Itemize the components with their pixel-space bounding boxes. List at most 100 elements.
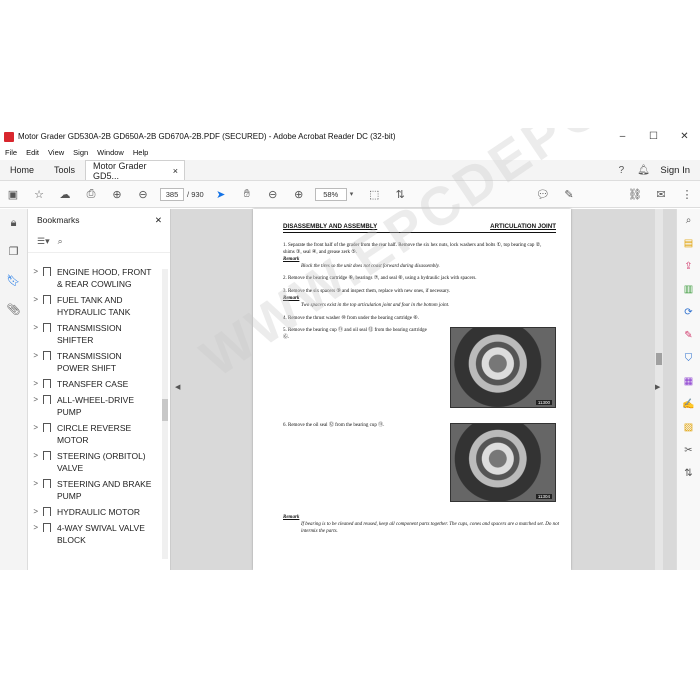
chevron-right-icon[interactable]: > (28, 478, 43, 490)
document-scroll-thumb[interactable] (656, 353, 662, 365)
request-signature-icon[interactable]: ✍ (677, 393, 700, 416)
maximize-button[interactable]: ☐ (638, 131, 669, 142)
bookmark-item[interactable]: > CIRCLE REVERSE MOTOR (28, 422, 160, 446)
acrobat-window: Motor Grader GD530A-2B GD650A-2B GD670A-… (0, 128, 700, 570)
find-bookmark-icon[interactable]: ⌕ (58, 236, 63, 247)
bookmark-item[interactable]: > TRANSMISSION SHIFTER (28, 322, 160, 346)
expand-tools-icon[interactable]: ⇅ (677, 462, 700, 485)
chevron-right-icon[interactable]: > (28, 422, 43, 434)
protect-icon[interactable]: ⛉ (677, 347, 700, 370)
chevron-right-icon[interactable]: > (28, 266, 43, 278)
remark-2: Two spacers exist in the top articulatio… (301, 303, 450, 308)
bookmark-item[interactable]: > TRANSMISSION POWER SHIFT (28, 350, 160, 374)
close-window-button[interactable]: ✕ (669, 131, 700, 142)
pen-icon[interactable]: ✎ (556, 188, 582, 201)
bookmarks-scrollbar[interactable] (162, 269, 168, 559)
chevron-right-icon[interactable]: > (28, 294, 43, 306)
page-fit-icon[interactable]: ⬚ (361, 188, 387, 201)
photo-caption: 11304 (535, 494, 552, 499)
zoom-in-icon[interactable]: ⊕ (286, 188, 312, 201)
save-icon[interactable]: ▣ (0, 188, 26, 201)
bookmark-icon[interactable]: 🔖︎ (0, 267, 27, 296)
tab-tools[interactable]: Tools (44, 160, 85, 180)
create-pdf-icon[interactable]: ▦ (677, 370, 700, 393)
menu-window[interactable]: Window (97, 148, 124, 157)
options-menu-icon[interactable]: ☰▾ (37, 236, 50, 247)
pdf-page: DISASSEMBLY AND ASSEMBLY ARTICULATION JO… (253, 209, 571, 570)
bookmark-item[interactable]: > TRANSFER CASE (28, 378, 160, 390)
page-total: 930 (191, 189, 204, 199)
comment-icon[interactable]: 💬︎ (530, 188, 556, 201)
cloud-upload-icon[interactable]: ☁ (52, 188, 78, 201)
page-header: DISASSEMBLY AND ASSEMBLY ARTICULATION JO… (283, 223, 556, 230)
page-down-icon[interactable]: ⊖ (130, 188, 156, 201)
zoom-dropdown-icon[interactable]: ▾ (350, 190, 354, 198)
minimize-button[interactable]: – (607, 131, 638, 142)
bookmark-item[interactable]: >4-WAY SWIVAL VALVE BLOCK (28, 522, 160, 546)
pages-icon[interactable]: ❐ (0, 238, 27, 267)
bookmark-item[interactable]: > STEERING AND BRAKE PUMP (28, 478, 160, 502)
bookmark-label: TRANSMISSION SHIFTER (57, 323, 122, 345)
chevron-right-icon[interactable]: > (28, 450, 43, 462)
menu-sign[interactable]: Sign (73, 148, 88, 157)
share-link-icon[interactable]: ⛓ (622, 188, 648, 201)
more-icon[interactable]: ⋮ (674, 188, 700, 201)
hand-tool-icon[interactable]: ✋︎ (234, 188, 260, 201)
collapse-left-panel-icon[interactable]: ◀ (175, 383, 180, 391)
close-panel-icon[interactable]: ✕ (155, 215, 162, 226)
page-up-icon[interactable]: ⊕ (104, 188, 130, 201)
tools-pane: ⌕ ▤ ⇪ ▥ ⟳ ✎ ⛉ ▦ ✍ ▧ ✂ ⇅ (676, 209, 700, 570)
comment-tool-icon[interactable]: ▤ (677, 232, 700, 255)
bookmark-flag-icon (43, 323, 51, 332)
bookmark-label: STEERING (ORBITOL) VALVE (57, 451, 146, 473)
bookmarks-scroll-thumb[interactable] (162, 399, 168, 421)
menu-bar: File Edit View Sign Window Help (0, 145, 700, 160)
menu-help[interactable]: Help (133, 148, 148, 157)
bookmark-item[interactable]: > STEERING (ORBITOL) VALVE (28, 450, 160, 474)
mail-icon[interactable]: ✉ (648, 188, 674, 201)
chevron-right-icon[interactable]: > (28, 322, 43, 334)
star-icon[interactable]: ☆ (26, 188, 52, 201)
more-tools-icon[interactable]: ✂ (677, 439, 700, 462)
attachment-icon[interactable]: 📎︎ (0, 296, 27, 325)
tab-close-icon[interactable]: × (173, 166, 178, 176)
zoom-out-icon[interactable]: ⊖ (260, 188, 286, 201)
lock-icon[interactable]: 🔒︎ (0, 209, 27, 238)
bookmark-item[interactable]: > ALL-WHEEL-DRIVE PUMP (28, 394, 160, 418)
bell-icon[interactable]: 🔔︎ (632, 160, 654, 180)
chevron-right-icon[interactable]: > (28, 378, 43, 390)
fill-sign-icon[interactable]: ✎ (677, 324, 700, 347)
bearing-cup-photo: 11304 (450, 423, 556, 502)
acrobat-logo-icon (4, 131, 14, 142)
select-cursor-icon[interactable]: ➤ (208, 188, 234, 201)
export-pdf-icon[interactable]: ⇪ (677, 255, 700, 278)
print-icon[interactable]: ⎙ (78, 188, 104, 201)
chevron-right-icon[interactable]: > (28, 394, 43, 406)
bookmark-item[interactable]: > ENGINE HOOD, FRONT & REAR COWLING (28, 266, 160, 290)
page-navigator: 385 / 930 (160, 187, 204, 201)
menu-edit[interactable]: Edit (26, 148, 39, 157)
organize-pages-icon[interactable]: ⟳ (677, 301, 700, 324)
edit-pdf-icon[interactable]: ▥ (677, 278, 700, 301)
menu-view[interactable]: View (48, 148, 64, 157)
send-for-review-icon[interactable]: ▧ (677, 416, 700, 439)
chevron-right-icon[interactable]: > (28, 506, 43, 518)
sign-in-button[interactable]: Sign In (654, 160, 700, 180)
help-icon[interactable]: ? (610, 160, 632, 180)
bearing-cartridge-photo: 11300 (450, 327, 556, 408)
collapse-right-panel-icon[interactable]: ▶ (655, 383, 660, 391)
zoom-search-icon[interactable]: ⌕ (677, 209, 700, 232)
bookmark-label: TRANSFER CASE (57, 379, 129, 389)
zoom-level-input[interactable]: 58% (314, 187, 347, 201)
tab-home[interactable]: Home (0, 160, 44, 180)
tab-document[interactable]: Motor Grader GD5... × (85, 160, 186, 181)
window-title: Motor Grader GD530A-2B GD650A-2B GD670A-… (18, 132, 396, 141)
page-number-input[interactable]: 385 (160, 187, 184, 201)
chevron-right-icon[interactable]: > (28, 522, 43, 534)
scroll-mode-icon[interactable]: ⇅ (387, 188, 413, 201)
menu-file[interactable]: File (5, 148, 17, 157)
bookmark-item[interactable]: > FUEL TANK AND HYDRAULIC TANK (28, 294, 160, 318)
step-4: 4. Remove the thrust washer ⑩ from under… (283, 316, 420, 321)
chevron-right-icon[interactable]: > (28, 350, 43, 362)
bookmark-item[interactable]: > HYDRAULIC MOTOR (28, 506, 160, 518)
